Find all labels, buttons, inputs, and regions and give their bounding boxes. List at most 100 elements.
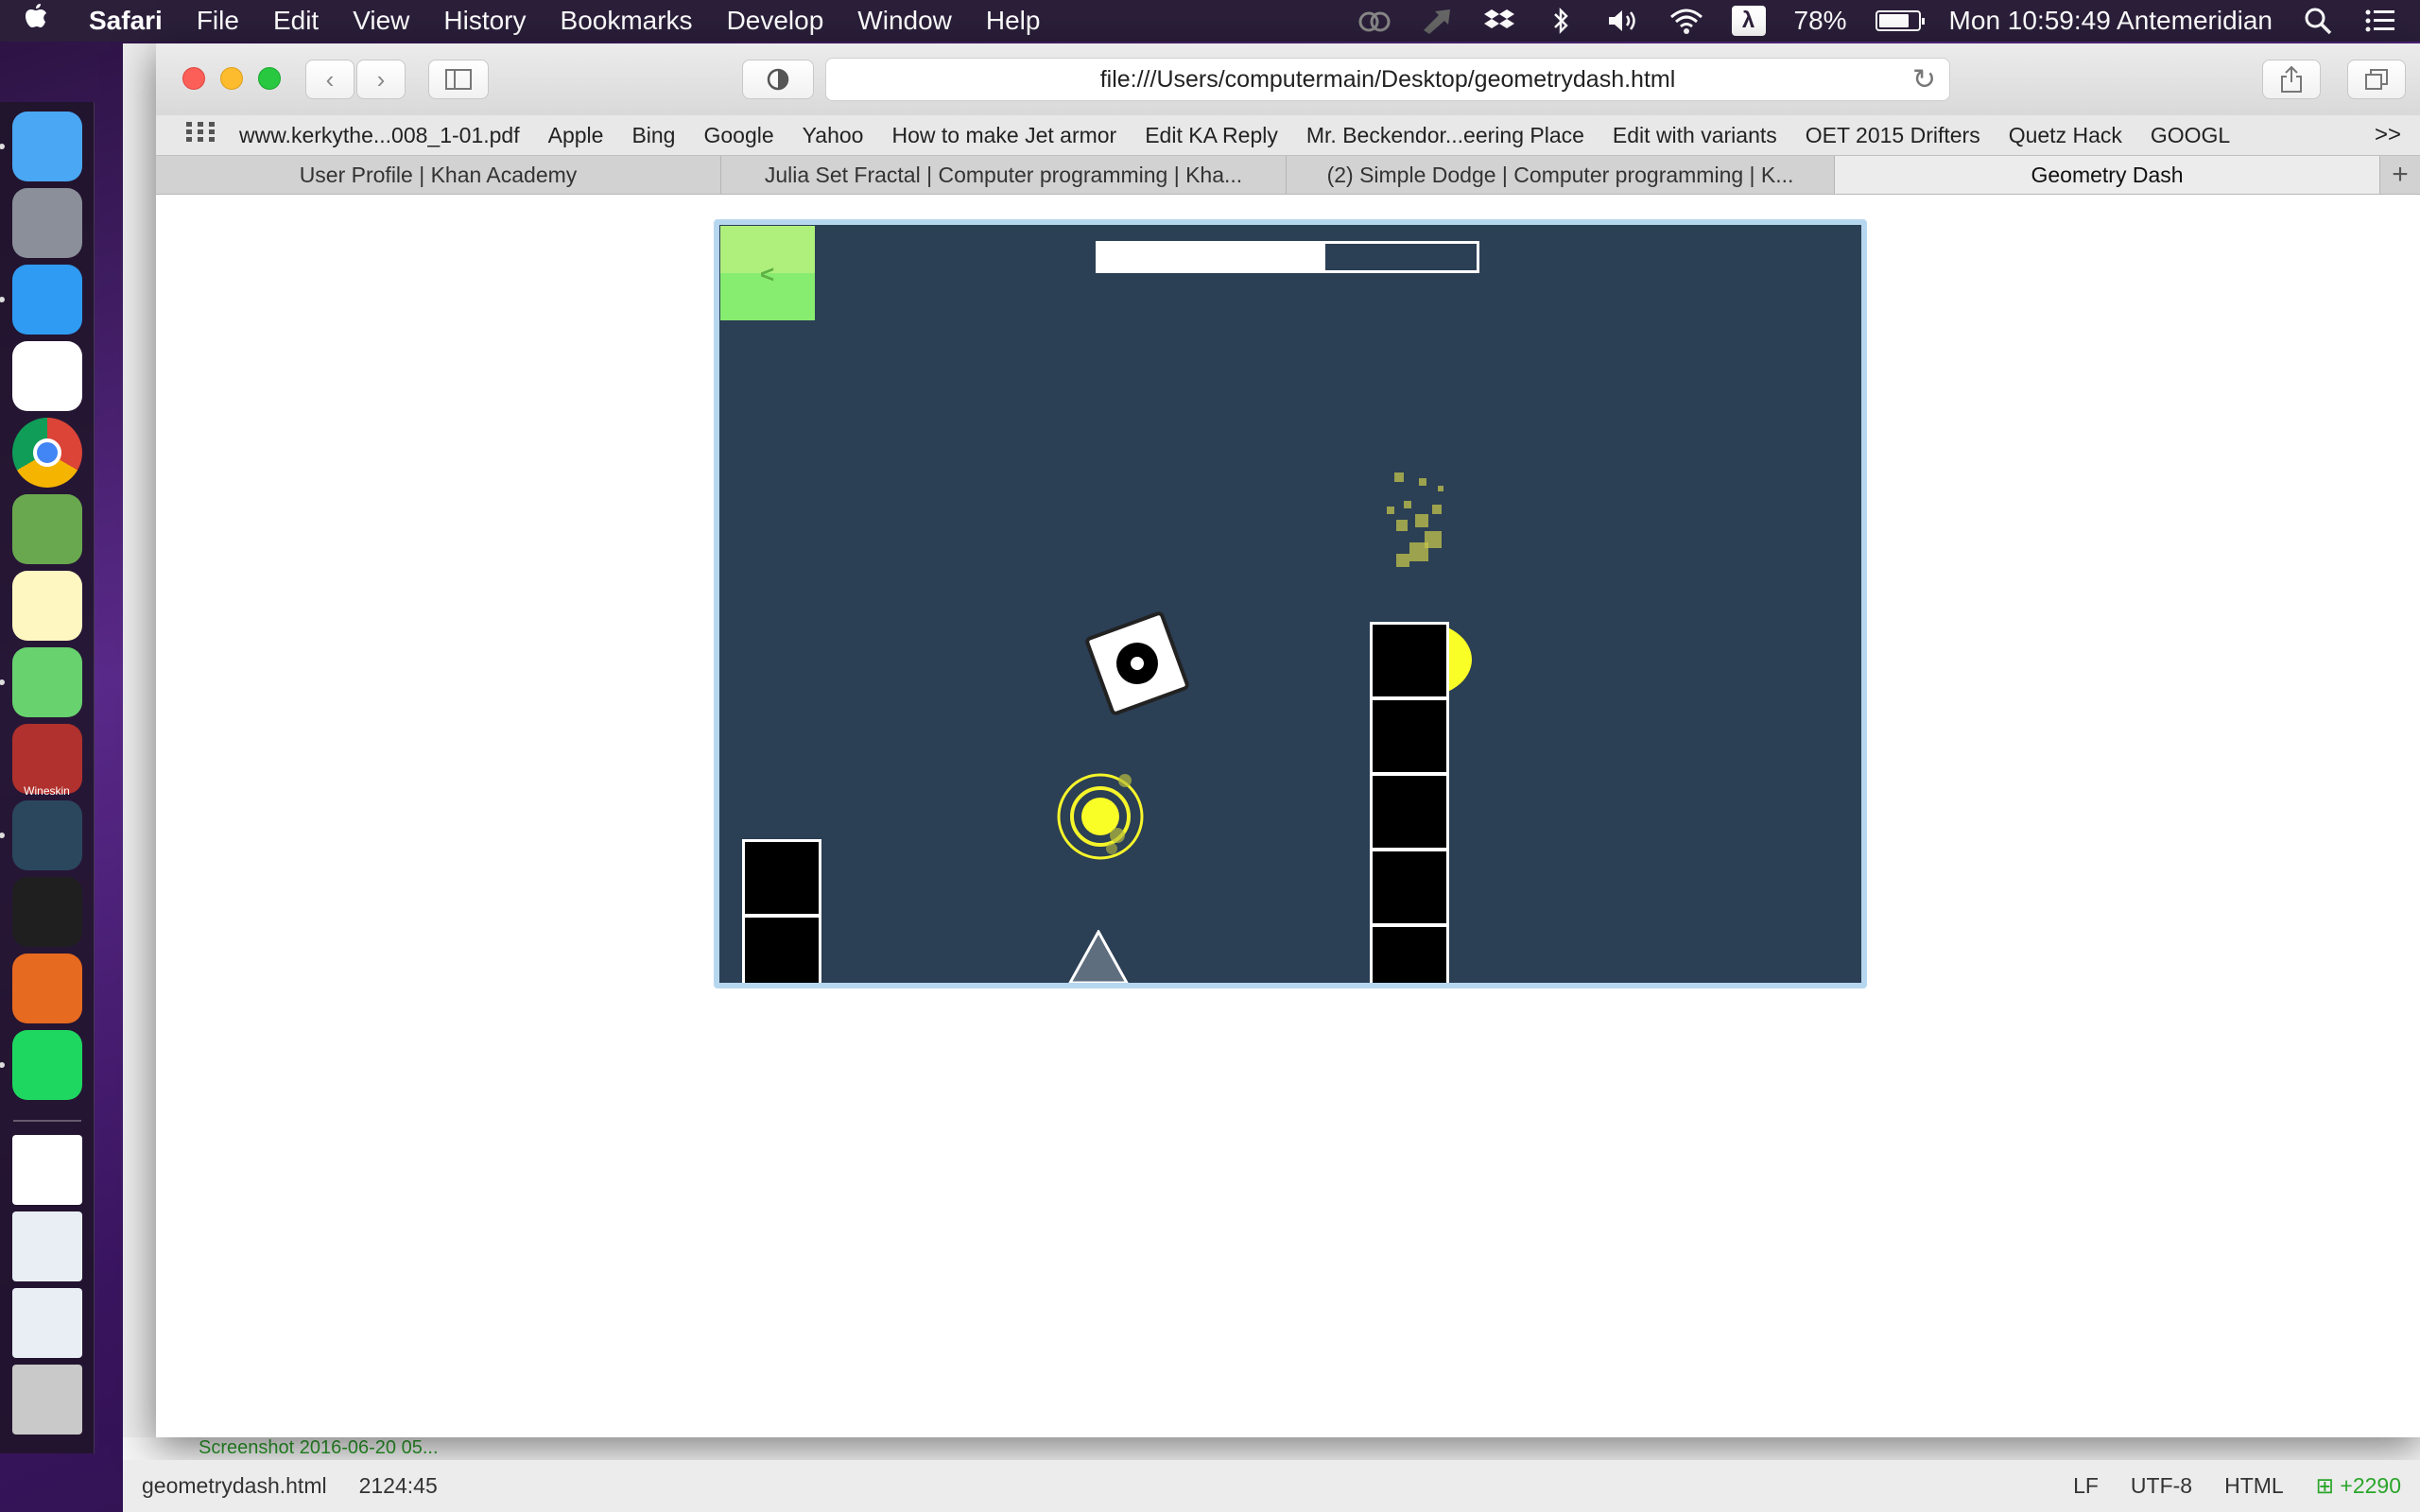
dock-screenshot-stack-2-icon[interactable] xyxy=(11,1288,82,1358)
dock-spotify-icon[interactable] xyxy=(0,1030,82,1100)
menu-window[interactable]: Window xyxy=(857,6,952,36)
game-back-button[interactable]: < xyxy=(720,226,815,320)
menu-file[interactable]: File xyxy=(197,6,239,36)
bookmark-item[interactable]: Apple xyxy=(548,123,604,148)
arrow-icon[interactable] xyxy=(1420,8,1454,34)
tab-user-profile[interactable]: User Profile | Khan Academy xyxy=(156,156,721,194)
dock-trash-icon[interactable] xyxy=(11,1365,82,1435)
dropbox-icon[interactable] xyxy=(1482,8,1516,34)
editor-status-bar: geometrydash.html 2124:45 LF UTF-8 HTML … xyxy=(123,1460,2420,1512)
bookmark-item[interactable]: www.kerkythe...008_1-01.pdf xyxy=(239,123,520,148)
menu-help[interactable]: Help xyxy=(986,6,1041,36)
tab-julia-set[interactable]: Julia Set Fractal | Computer programming… xyxy=(721,156,1287,194)
menu-edit[interactable]: Edit xyxy=(273,6,319,36)
tab-bar: User Profile | Khan Academy Julia Set Fr… xyxy=(156,155,2420,195)
safari-window: ‹ › file:///Users/computermain/Desktop/g… xyxy=(156,43,2420,1437)
dock-app-store-grid-icon[interactable] xyxy=(11,341,82,411)
running-indicator xyxy=(0,833,5,838)
particle xyxy=(1394,472,1404,482)
tab-geometry-dash[interactable]: Geometry Dash xyxy=(1835,156,2380,194)
dock-launchpad-icon[interactable] xyxy=(11,188,82,258)
level-progress-bar xyxy=(1096,241,1479,273)
status-grammar[interactable]: HTML xyxy=(2224,1473,2284,1499)
running-indicator xyxy=(0,297,5,302)
spotlight-icon[interactable] xyxy=(2301,8,2335,35)
dock-chrome-icon[interactable] xyxy=(11,418,82,488)
shield-icon xyxy=(767,68,789,91)
dock-safari-icon[interactable] xyxy=(0,265,82,335)
dock-separator xyxy=(12,1120,81,1122)
close-window-button[interactable] xyxy=(182,67,205,90)
apple-menu-icon[interactable] xyxy=(23,2,60,40)
menu-app-name[interactable]: Safari xyxy=(89,6,163,36)
forward-button[interactable]: › xyxy=(356,60,406,99)
dock-steam-icon[interactable] xyxy=(0,800,82,870)
window-controls xyxy=(182,67,281,90)
share-button[interactable] xyxy=(2262,60,2321,99)
address-bar[interactable]: file:///Users/computermain/Desktop/geome… xyxy=(825,58,1950,101)
bookmark-item[interactable]: Quetz Hack xyxy=(2009,123,2122,148)
lambda-icon[interactable]: λ xyxy=(1731,6,1766,36)
particle xyxy=(1404,501,1411,508)
tab-simple-dodge[interactable]: (2) Simple Dodge | Computer programming … xyxy=(1287,156,1835,194)
new-tab-button[interactable]: + xyxy=(2380,156,2420,194)
bookmark-item[interactable]: Bing xyxy=(631,123,675,148)
running-indicator xyxy=(0,1062,5,1068)
dock-finder-icon[interactable] xyxy=(0,112,82,181)
player-cube xyxy=(1083,610,1191,717)
volume-icon[interactable] xyxy=(1607,8,1641,34)
level-progress-fill xyxy=(1098,244,1325,270)
dock-minecraft-icon[interactable] xyxy=(11,494,82,564)
reload-icon[interactable]: ↻ xyxy=(1912,63,1936,96)
dock: Wineskin xyxy=(0,102,95,1453)
dock-document-icon[interactable] xyxy=(11,1135,82,1205)
clock[interactable]: Mon 10:59:49 Antemeridian xyxy=(1949,6,2273,36)
bookmark-item[interactable]: How to make Jet armor xyxy=(891,123,1116,148)
bookmark-item[interactable]: Yahoo xyxy=(803,123,864,148)
block-tile xyxy=(1370,622,1449,699)
safari-toolbar: ‹ › file:///Users/computermain/Desktop/g… xyxy=(156,43,2420,115)
tab-overview-button[interactable] xyxy=(2347,60,2406,99)
minimize-window-button[interactable] xyxy=(220,67,243,90)
status-line-ending[interactable]: LF xyxy=(2073,1473,2099,1499)
notification-center-icon[interactable] xyxy=(2363,8,2397,34)
menu-bookmarks[interactable]: Bookmarks xyxy=(561,6,693,36)
dock-notes-icon[interactable] xyxy=(11,571,82,641)
status-git-diff[interactable]: ⊞ +2290 xyxy=(2316,1473,2401,1499)
bookmark-item[interactable]: Edit KA Reply xyxy=(1145,123,1278,148)
block-tile xyxy=(1370,849,1449,926)
creative-cloud-icon[interactable] xyxy=(1357,8,1392,34)
battery-icon[interactable] xyxy=(1875,10,1925,31)
jump-orb xyxy=(1057,773,1144,860)
game-canvas[interactable]: < xyxy=(719,225,1861,983)
bookmark-item[interactable]: Google xyxy=(703,123,773,148)
menu-develop[interactable]: Develop xyxy=(727,6,824,36)
status-cursor-position[interactable]: 2124:45 xyxy=(359,1473,438,1499)
tab-title: User Profile | Khan Academy xyxy=(299,162,578,187)
back-button[interactable]: ‹ xyxy=(305,60,354,99)
dock-atom-icon[interactable] xyxy=(0,647,82,717)
dock-firefox-icon[interactable] xyxy=(11,954,82,1023)
top-sites-grid-icon[interactable] xyxy=(186,122,218,148)
menu-history[interactable]: History xyxy=(443,6,526,36)
privacy-report-button[interactable] xyxy=(742,60,814,99)
dock-wineskin-icon[interactable]: Wineskin xyxy=(11,724,82,798)
sidebar-toggle-button[interactable] xyxy=(428,60,489,99)
particle xyxy=(1419,478,1426,486)
bluetooth-icon[interactable] xyxy=(1545,7,1579,35)
wifi-icon[interactable] xyxy=(1669,8,1703,34)
dock-skull-app-icon[interactable] xyxy=(11,877,82,947)
bookmark-item[interactable]: OET 2015 Drifters xyxy=(1806,123,1980,148)
status-encoding[interactable]: UTF-8 xyxy=(2131,1473,2192,1499)
menu-view[interactable]: View xyxy=(353,6,409,36)
dock-screenshot-stack-1-icon[interactable] xyxy=(11,1211,82,1281)
editor-window-edge xyxy=(123,43,156,1437)
bookmark-item[interactable]: Mr. Beckendor...eering Place xyxy=(1306,123,1584,148)
sidebar-icon xyxy=(445,69,472,90)
bookmarks-overflow-button[interactable]: >> xyxy=(2375,122,2401,148)
status-filename[interactable]: geometrydash.html xyxy=(142,1473,327,1499)
block-tile xyxy=(742,915,821,983)
bookmark-item[interactable]: GOOGL xyxy=(2151,123,2230,148)
bookmark-item[interactable]: Edit with variants xyxy=(1613,123,1777,148)
fullscreen-window-button[interactable] xyxy=(258,67,281,90)
